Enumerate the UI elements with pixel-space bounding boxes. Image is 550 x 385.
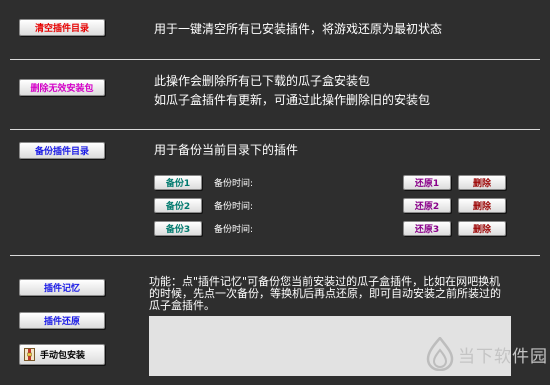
plugin-memory-button-label: 插件记忆 (43, 284, 80, 294)
backup-2-label: 备份2 (165, 202, 191, 212)
divider-2 (10, 129, 540, 130)
backup-2-time-label: 备份时间: (214, 202, 254, 212)
delete-description-line1: 此操作会删除所有已下载的瓜子盒安装包 (154, 74, 371, 88)
backup-description: 用于备份当前目录下的插件 (154, 143, 299, 157)
delete-2-label: 删除 (472, 202, 491, 212)
plugin-restore-button[interactable]: 插件还原 (19, 312, 105, 329)
backup-1-label: 备份1 (165, 179, 191, 189)
restore-2-label: 还原2 (414, 202, 440, 212)
delete-1-label: 删除 (472, 179, 491, 189)
backup-1-button[interactable]: 备份1 (154, 175, 202, 190)
restore-2-button[interactable]: 还原2 (403, 198, 451, 213)
memory-description: 功能：点"插件记忆"可备份您当前安装过的瓜子盒插件，比如在网吧换机的时候，先点一… (149, 275, 501, 312)
restore-3-button[interactable]: 还原3 (403, 221, 451, 236)
plugin-memory-button[interactable]: 插件记忆 (19, 279, 105, 296)
delete-1-button[interactable]: 删除 (458, 175, 506, 190)
delete-3-button[interactable]: 删除 (458, 221, 506, 236)
restore-1-button[interactable]: 还原1 (403, 175, 451, 190)
delete-invalid-packages-button[interactable]: 删除无效安装包 (19, 79, 105, 96)
divider-3 (10, 255, 540, 256)
clear-description: 用于一键清空所有已安装插件，将游戏还原为最初状态 (154, 22, 443, 36)
delete-invalid-packages-button-label: 删除无效安装包 (30, 84, 94, 94)
clear-plugin-dir-button-label: 清空插件目录 (34, 24, 89, 34)
delete-3-label: 删除 (472, 225, 491, 235)
restore-1-label: 还原1 (414, 179, 440, 189)
delete-2-button[interactable]: 删除 (458, 198, 506, 213)
delete-description-line2: 如瓜子盒插件有更新，可通过此操作删除旧的安装包 (154, 93, 431, 107)
backup-1-time-label: 备份时间: (214, 179, 254, 189)
backup-plugin-dir-button-label: 备份插件目录 (34, 147, 89, 157)
plugin-restore-button-label: 插件还原 (43, 317, 80, 327)
restore-3-label: 还原3 (414, 225, 440, 235)
watermark-text: 当下软件园 (458, 347, 548, 367)
watermark: 当下软件园 (424, 336, 549, 376)
backup-3-label: 备份3 (165, 225, 191, 235)
flame-logo-icon (426, 336, 454, 372)
backup-3-time-label: 备份时间: (214, 225, 254, 235)
backup-2-button[interactable]: 备份2 (154, 198, 202, 213)
manual-package-install-button[interactable]: 手动包安装 (19, 344, 105, 365)
backup-plugin-dir-button[interactable]: 备份插件目录 (19, 142, 105, 159)
backup-3-button[interactable]: 备份3 (154, 221, 202, 236)
clear-plugin-dir-button[interactable]: 清空插件目录 (19, 19, 105, 36)
manual-package-install-button-label: 手动包安装 (40, 351, 86, 361)
divider-1 (10, 59, 540, 60)
archive-icon (24, 348, 35, 361)
